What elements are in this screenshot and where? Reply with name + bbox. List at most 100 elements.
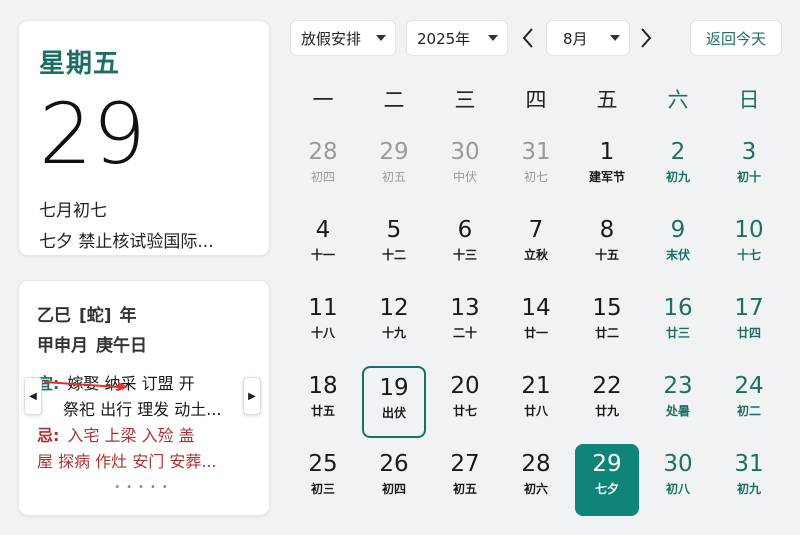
day-cell[interactable]: 18 廿五 (291, 366, 355, 438)
day-number: 12 (379, 295, 409, 321)
day-number: 3 (741, 139, 757, 165)
day-lunar-label: 初二 (736, 404, 761, 418)
day-lunar-label: 立秋 (523, 248, 548, 262)
day-cell[interactable]: 28 初六 (504, 444, 568, 516)
day-cell[interactable]: 8 十五 (575, 210, 639, 282)
ji-text-1: 入宅 上梁 入殓 盖 (67, 426, 195, 445)
day-cell[interactable]: 6 十三 (433, 210, 497, 282)
month-dropdown-label: 8月 (563, 29, 588, 48)
day-cell[interactable]: 2 初九 (646, 132, 710, 204)
day-cell[interactable]: 26 初四 (362, 444, 426, 516)
day-lunar-label: 廿二 (594, 326, 619, 340)
ganzhi-month-day: 甲申月 庚午日 (37, 331, 251, 361)
ganzhi-year: 乙巳 [蛇] 年 (37, 301, 251, 331)
day-number: 8 (599, 217, 615, 243)
pager-next-button[interactable]: ▶ (243, 377, 261, 415)
day-lunar-label: 廿三 (665, 326, 690, 340)
red-arrow-icon (43, 381, 128, 391)
ji-text-2: 屋 探病 作灶 安门 安葬... (37, 452, 217, 471)
day-cell[interactable]: 27 初五 (433, 444, 497, 516)
day-lunar-label: 初九 (736, 482, 761, 496)
day-cell[interactable]: 4 十一 (291, 210, 355, 282)
day-number: 31 (521, 139, 551, 165)
weekday-header: 二 (383, 88, 405, 112)
year-dropdown-label: 2025年 (417, 29, 471, 48)
day-lunar-label: 十五 (594, 248, 619, 262)
day-cell[interactable]: 30 中伏 (433, 132, 497, 204)
day-number: 16 (663, 295, 693, 321)
day-cell[interactable]: 31 初九 (717, 444, 781, 516)
day-cell[interactable]: 3 初十 (717, 132, 781, 204)
day-cell[interactable]: 9 末伏 (646, 210, 710, 282)
day-lunar-label: 初九 (665, 170, 690, 184)
day-cell[interactable]: 31 初七 (504, 132, 568, 204)
calendar-toolbar: 放假安排 2025年 8月 返回今天 (290, 20, 782, 56)
weekday-header: 六 (667, 88, 689, 112)
day-number: 25 (308, 451, 338, 477)
day-lunar-label: 初三 (310, 482, 335, 496)
day-cell[interactable]: 28 初四 (291, 132, 355, 204)
day-number: 9 (670, 217, 686, 243)
day-number: 31 (734, 451, 764, 477)
day-number: 7 (528, 217, 544, 243)
weekday-header: 日 (738, 88, 760, 112)
lunar-date: 七月初七 (39, 201, 107, 221)
return-today-button[interactable]: 返回今天 (690, 20, 782, 56)
ganzhi-month: 甲申月 (37, 336, 88, 356)
chevron-down-icon (610, 35, 620, 41)
day-cell-selected[interactable]: 29 七夕 (575, 444, 639, 516)
day-cell[interactable]: 21 廿八 (504, 366, 568, 438)
big-day-number: 29 (39, 85, 146, 183)
day-cell[interactable]: 5 十二 (362, 210, 426, 282)
next-month-button[interactable] (634, 24, 658, 52)
chevron-down-icon (488, 35, 498, 41)
day-cell[interactable]: 7 立秋 (504, 210, 568, 282)
page-dots[interactable]: ••••• (19, 482, 269, 493)
chevron-right-icon (641, 28, 652, 48)
pager-prev-button[interactable]: ◀ (24, 377, 42, 415)
weekday-header-row: 一二三四五六日 (290, 84, 788, 114)
day-cell[interactable]: 17 廿四 (717, 288, 781, 360)
day-cell[interactable]: 30 初八 (646, 444, 710, 516)
holiday-dropdown[interactable]: 放假安排 (290, 20, 396, 56)
day-lunar-label: 建军节 (588, 170, 625, 184)
day-cell[interactable]: 10 十七 (717, 210, 781, 282)
day-cell[interactable]: 13 二十 (433, 288, 497, 360)
day-cell[interactable]: 22 廿九 (575, 366, 639, 438)
day-cell[interactable]: 14 廿一 (504, 288, 568, 360)
day-card: 星期五 29 七月初七 七夕 禁止核试验国际... (18, 20, 270, 256)
weekday-header: 四 (525, 88, 547, 112)
day-cell[interactable]: 1 建军节 (575, 132, 639, 204)
day-cell[interactable]: 16 廿三 (646, 288, 710, 360)
day-cell[interactable]: 11 十八 (291, 288, 355, 360)
day-lunar-label: 初五 (452, 482, 477, 496)
day-cell[interactable]: 29 初五 (362, 132, 426, 204)
day-cell[interactable]: 19 出伏 (362, 366, 426, 438)
day-lunar-label: 初十 (736, 170, 761, 184)
day-lunar-label: 廿四 (736, 326, 761, 340)
day-lunar-label: 二十 (452, 326, 477, 340)
day-lunar-label: 十三 (452, 248, 477, 262)
day-lunar-label: 末伏 (665, 248, 690, 262)
day-lunar-label: 初六 (523, 482, 548, 496)
holiday-dropdown-label: 放假安排 (301, 29, 362, 48)
prev-month-button[interactable] (516, 24, 540, 52)
day-cell[interactable]: 12 十九 (362, 288, 426, 360)
chevron-left-icon (522, 28, 533, 48)
day-number: 4 (315, 217, 331, 243)
day-cell[interactable]: 24 初二 (717, 366, 781, 438)
day-number: 30 (450, 139, 480, 165)
day-cell[interactable]: 23 处暑 (646, 366, 710, 438)
day-cell[interactable]: 15 廿二 (575, 288, 639, 360)
year-dropdown[interactable]: 2025年 (406, 20, 508, 56)
weekday-header: 一 (312, 88, 334, 112)
day-number: 13 (450, 295, 480, 321)
day-lunar-label: 十二 (381, 248, 406, 262)
day-number: 6 (457, 217, 473, 243)
day-number: 5 (386, 217, 402, 243)
day-lunar-label: 出伏 (381, 406, 406, 420)
day-cell[interactable]: 25 初三 (291, 444, 355, 516)
month-dropdown[interactable]: 8月 (546, 20, 630, 56)
day-cell[interactable]: 20 廿七 (433, 366, 497, 438)
ji-label: 忌: (37, 426, 60, 445)
